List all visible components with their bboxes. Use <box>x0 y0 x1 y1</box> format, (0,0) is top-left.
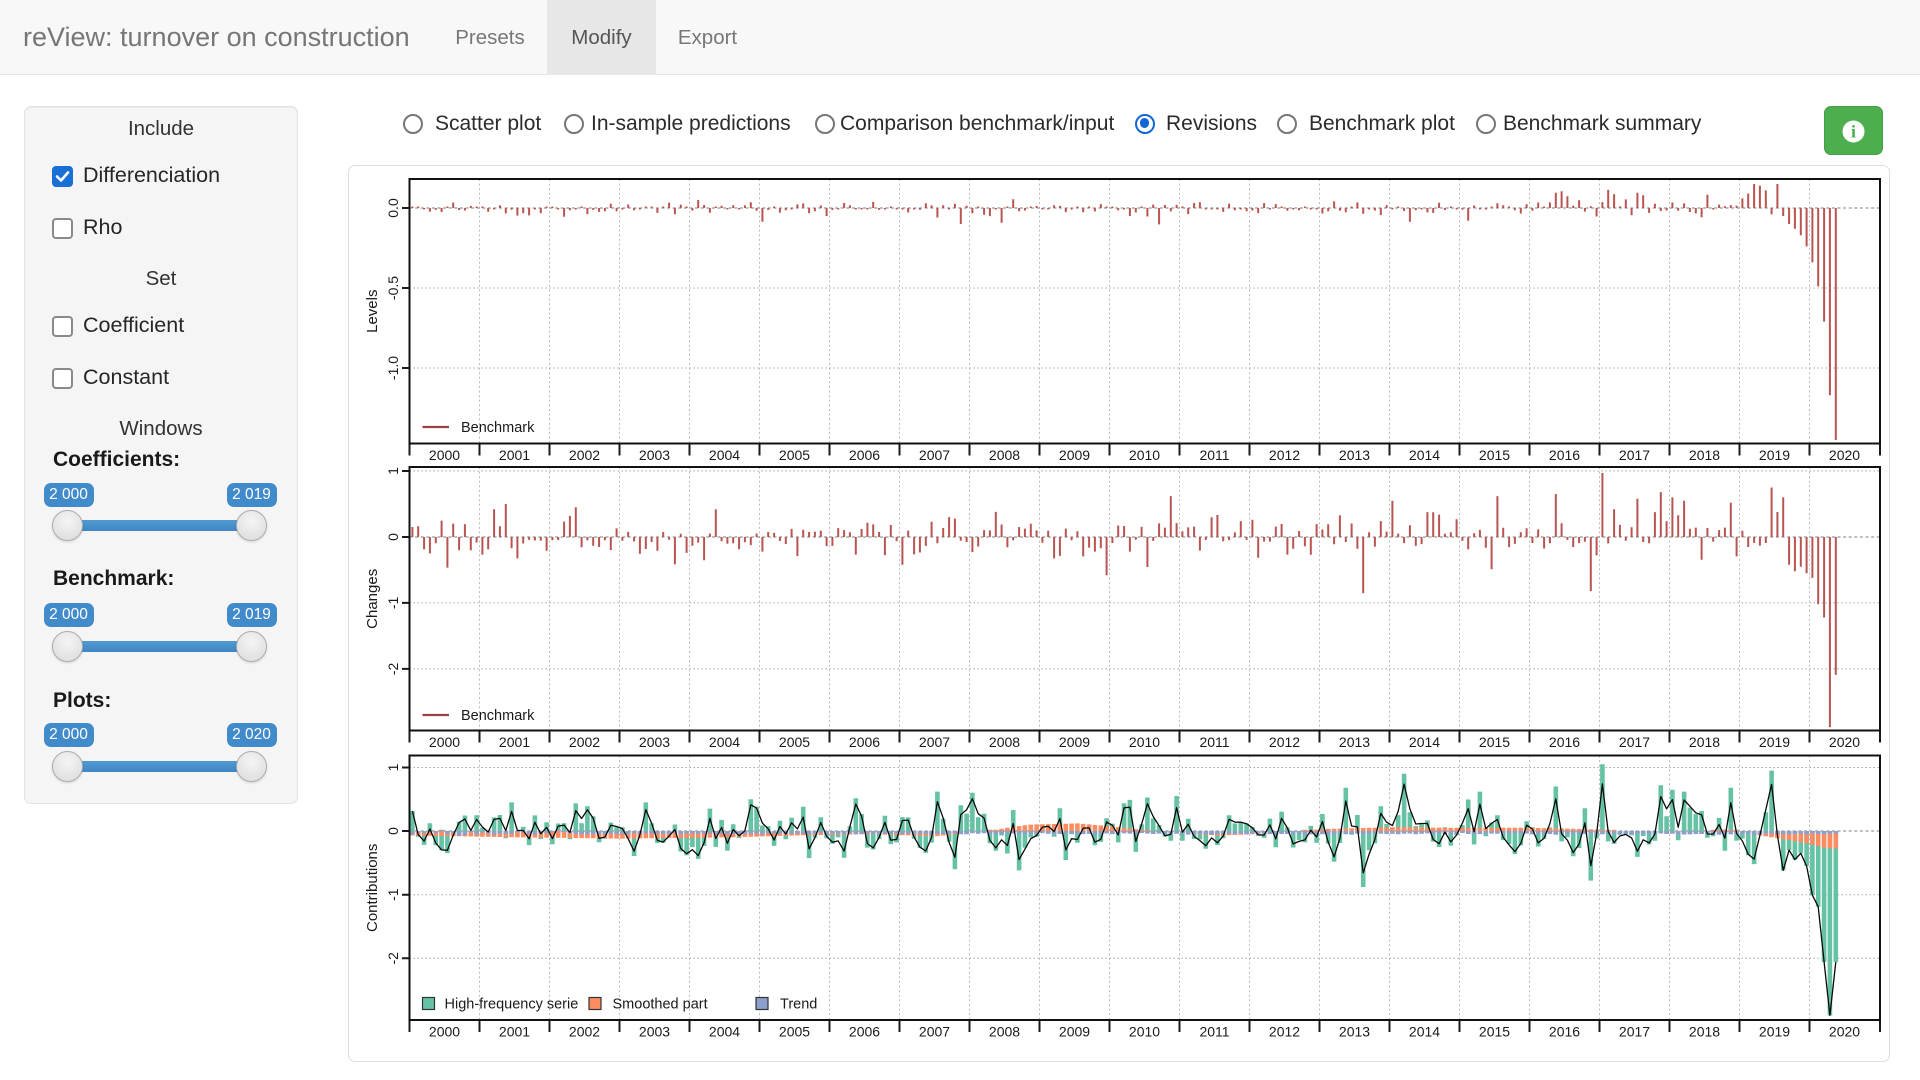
svg-text:2006: 2006 <box>849 447 880 463</box>
svg-text:2003: 2003 <box>639 734 670 750</box>
svg-text:2012: 2012 <box>1269 734 1300 750</box>
svg-text:2016: 2016 <box>1549 447 1580 463</box>
svg-text:High-frequency serie: High-frequency serie <box>445 997 579 1013</box>
svg-text:Trend: Trend <box>780 997 817 1013</box>
svg-text:2005: 2005 <box>779 447 810 463</box>
svg-text:1: 1 <box>385 763 401 771</box>
svg-text:2018: 2018 <box>1689 734 1720 750</box>
svg-text:2007: 2007 <box>919 734 950 750</box>
svg-text:2011: 2011 <box>1199 734 1229 750</box>
svg-text:2009: 2009 <box>1059 447 1090 463</box>
svg-text:2009: 2009 <box>1059 734 1090 750</box>
svg-text:2010: 2010 <box>1129 1024 1160 1040</box>
svg-text:Changes: Changes <box>364 569 381 629</box>
svg-text:0.0: 0.0 <box>385 198 401 218</box>
svg-text:2006: 2006 <box>849 734 880 750</box>
svg-text:2015: 2015 <box>1479 447 1510 463</box>
svg-text:0: 0 <box>385 533 401 541</box>
svg-text:2001: 2001 <box>499 447 530 463</box>
svg-text:-1: -1 <box>385 596 401 609</box>
svg-text:-2: -2 <box>385 952 401 965</box>
svg-text:2002: 2002 <box>569 1024 600 1040</box>
svg-text:2016: 2016 <box>1549 1024 1580 1040</box>
svg-text:2013: 2013 <box>1339 1024 1370 1040</box>
svg-text:2004: 2004 <box>709 734 740 750</box>
svg-text:2011: 2011 <box>1199 1024 1229 1040</box>
svg-text:2007: 2007 <box>919 447 950 463</box>
svg-text:Levels: Levels <box>364 290 381 333</box>
svg-text:2000: 2000 <box>429 1024 460 1040</box>
svg-text:2012: 2012 <box>1269 447 1300 463</box>
svg-text:2015: 2015 <box>1479 1024 1510 1040</box>
svg-text:2000: 2000 <box>429 447 460 463</box>
svg-text:2001: 2001 <box>499 734 530 750</box>
svg-text:-2: -2 <box>385 662 401 675</box>
svg-text:2013: 2013 <box>1339 447 1370 463</box>
svg-text:2019: 2019 <box>1759 447 1790 463</box>
svg-text:2008: 2008 <box>989 1024 1020 1040</box>
svg-text:Benchmark: Benchmark <box>461 708 535 724</box>
svg-text:2004: 2004 <box>709 447 740 463</box>
svg-text:2014: 2014 <box>1409 734 1440 750</box>
svg-text:Smoothed part: Smoothed part <box>613 997 708 1013</box>
svg-text:2003: 2003 <box>639 1024 670 1040</box>
svg-text:2019: 2019 <box>1759 1024 1790 1040</box>
svg-text:2008: 2008 <box>989 734 1020 750</box>
svg-text:2000: 2000 <box>429 734 460 750</box>
svg-text:2013: 2013 <box>1339 734 1370 750</box>
svg-text:2020: 2020 <box>1829 447 1860 463</box>
svg-text:2002: 2002 <box>569 734 600 750</box>
svg-text:2012: 2012 <box>1269 1024 1300 1040</box>
svg-text:2014: 2014 <box>1409 447 1440 463</box>
svg-text:-1.0: -1.0 <box>385 356 401 380</box>
svg-text:2007: 2007 <box>919 1024 950 1040</box>
svg-text:2001: 2001 <box>499 1024 530 1040</box>
svg-text:2005: 2005 <box>779 1024 810 1040</box>
svg-text:2018: 2018 <box>1689 447 1720 463</box>
svg-text:2010: 2010 <box>1129 734 1160 750</box>
svg-text:-1: -1 <box>385 888 401 901</box>
svg-text:2004: 2004 <box>709 1024 740 1040</box>
svg-text:2016: 2016 <box>1549 734 1580 750</box>
svg-text:2008: 2008 <box>989 447 1020 463</box>
svg-text:Benchmark: Benchmark <box>461 420 535 436</box>
svg-text:2019: 2019 <box>1759 734 1790 750</box>
svg-text:2017: 2017 <box>1619 447 1650 463</box>
svg-text:2018: 2018 <box>1689 1024 1720 1040</box>
svg-text:2011: 2011 <box>1199 447 1229 463</box>
svg-text:2002: 2002 <box>569 447 600 463</box>
svg-text:2015: 2015 <box>1479 734 1510 750</box>
svg-text:2009: 2009 <box>1059 1024 1090 1040</box>
svg-text:2020: 2020 <box>1829 1024 1860 1040</box>
svg-text:2017: 2017 <box>1619 734 1650 750</box>
svg-text:2010: 2010 <box>1129 447 1160 463</box>
svg-text:1: 1 <box>385 467 401 475</box>
svg-text:2006: 2006 <box>849 1024 880 1040</box>
svg-text:2005: 2005 <box>779 734 810 750</box>
svg-text:-0.5: -0.5 <box>385 276 401 300</box>
svg-text:2020: 2020 <box>1829 734 1860 750</box>
svg-text:2003: 2003 <box>639 447 670 463</box>
svg-text:2017: 2017 <box>1619 1024 1650 1040</box>
svg-text:2014: 2014 <box>1409 1024 1440 1040</box>
svg-text:0: 0 <box>385 827 401 835</box>
svg-text:Contributions: Contributions <box>364 844 381 932</box>
